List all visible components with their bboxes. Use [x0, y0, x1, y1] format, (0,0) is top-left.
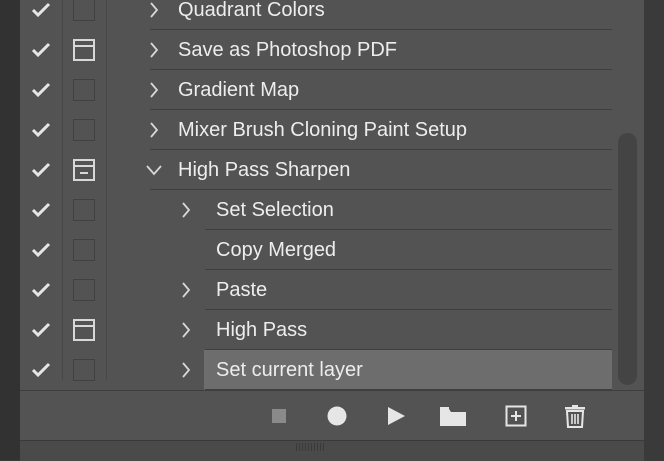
toggle-dialog[interactable]	[62, 270, 106, 310]
toggle-item-checkbox[interactable]	[20, 150, 62, 190]
toggle-dialog[interactable]	[62, 0, 106, 30]
toggle-dialog[interactable]	[62, 30, 106, 70]
toggle-dialog[interactable]	[62, 70, 106, 110]
chevron-right-icon[interactable]	[144, 70, 164, 110]
left-edge	[0, 0, 20, 460]
action-row[interactable]: Quadrant Colors	[20, 0, 612, 30]
checkmark-icon	[31, 202, 51, 218]
chevron-right-icon[interactable]	[176, 310, 196, 350]
action-row[interactable]: Set Selection	[20, 190, 612, 230]
dialog-off-icon	[73, 0, 95, 21]
toggle-dialog[interactable]	[62, 230, 106, 270]
action-row[interactable]: Mixer Brush Cloning Paint Setup	[20, 110, 612, 150]
toggle-dialog[interactable]	[62, 150, 106, 190]
checkmark-icon	[31, 122, 51, 138]
chevron-right-icon[interactable]	[144, 0, 164, 30]
chevron-right-icon[interactable]	[176, 270, 196, 310]
resize-bar[interactable]	[20, 440, 644, 461]
trash-icon	[565, 405, 585, 428]
play-icon	[388, 407, 405, 425]
action-row[interactable]: Copy Merged	[20, 230, 612, 270]
dialog-off-icon	[73, 79, 95, 101]
new-action-button[interactable]	[496, 391, 536, 441]
checkmark-icon	[31, 322, 51, 338]
dialog-icon	[73, 39, 95, 61]
chevron-right-icon[interactable]	[144, 30, 164, 70]
action-row[interactable]: Paste	[20, 270, 612, 310]
action-label: Mixer Brush Cloning Paint Setup	[178, 119, 468, 141]
checkmark-icon	[31, 2, 51, 18]
checkmark-icon	[31, 282, 51, 298]
checkmark-icon	[31, 162, 51, 178]
action-label: Paste	[216, 279, 268, 301]
toggle-item-checkbox[interactable]	[20, 350, 62, 390]
checkmark-icon	[31, 42, 51, 58]
action-label: Save as Photoshop PDF	[178, 39, 398, 61]
toggle-item-checkbox[interactable]	[20, 270, 62, 310]
chevron-right-icon[interactable]	[144, 110, 164, 150]
toggle-item-checkbox[interactable]	[20, 30, 62, 70]
actions-toolbar	[20, 390, 644, 441]
action-row[interactable]: Gradient Map	[20, 70, 612, 110]
toggle-item-checkbox[interactable]	[20, 230, 62, 270]
toggle-dialog[interactable]	[62, 310, 106, 350]
dialog-off-icon	[73, 199, 95, 221]
right-edge	[644, 0, 664, 460]
action-label: Set Selection	[216, 199, 334, 221]
toggle-item-checkbox[interactable]	[20, 310, 62, 350]
toggle-dialog[interactable]	[62, 110, 106, 150]
toggle-item-checkbox[interactable]	[20, 0, 62, 30]
record-icon	[327, 406, 347, 426]
stop-icon	[272, 409, 286, 423]
toggle-item-checkbox[interactable]	[20, 70, 62, 110]
action-row[interactable]: High Pass	[20, 310, 612, 350]
play-button[interactable]	[376, 391, 416, 441]
action-label: Gradient Map	[178, 79, 300, 101]
folder-icon	[440, 407, 466, 426]
toggle-dialog[interactable]	[62, 350, 106, 390]
resize-grip[interactable]	[290, 443, 330, 453]
delete-button[interactable]	[555, 391, 595, 441]
toggle-item-checkbox[interactable]	[20, 190, 62, 230]
record-button[interactable]	[317, 391, 357, 441]
toggle-dialog[interactable]	[62, 190, 106, 230]
checkmark-icon	[31, 362, 51, 378]
action-row[interactable]: Set current layer	[20, 350, 612, 390]
actions-list: Quadrant Colors Save as Photoshop PDF Grad…	[20, 0, 612, 390]
chevron-down-icon[interactable]	[144, 150, 164, 190]
action-label: High Pass	[216, 319, 308, 341]
new-set-button[interactable]	[433, 391, 473, 441]
scrollbar-thumb[interactable]	[618, 133, 637, 385]
chevron-right-icon[interactable]	[176, 190, 196, 230]
chevron-right-icon[interactable]	[176, 350, 196, 390]
action-label: Copy Merged	[216, 239, 337, 261]
checkmark-icon	[31, 242, 51, 258]
stop-button[interactable]	[259, 391, 299, 441]
dialog-off-icon	[73, 359, 95, 381]
dialog-icon	[73, 319, 95, 341]
action-label: High Pass Sharpen	[178, 159, 351, 181]
dialog-off-icon	[73, 279, 95, 301]
checkmark-icon	[31, 82, 51, 98]
action-label: Quadrant Colors	[178, 0, 325, 21]
toggle-item-checkbox[interactable]	[20, 110, 62, 150]
new-action-icon	[505, 405, 527, 427]
action-row[interactable]: Save as Photoshop PDF	[20, 30, 612, 70]
dialog-off-icon	[73, 239, 95, 261]
dialog-off-icon	[73, 119, 95, 141]
dialog-partial-icon	[73, 159, 95, 181]
action-label: Set current layer	[216, 359, 363, 381]
action-row[interactable]: High Pass Sharpen	[20, 150, 612, 190]
